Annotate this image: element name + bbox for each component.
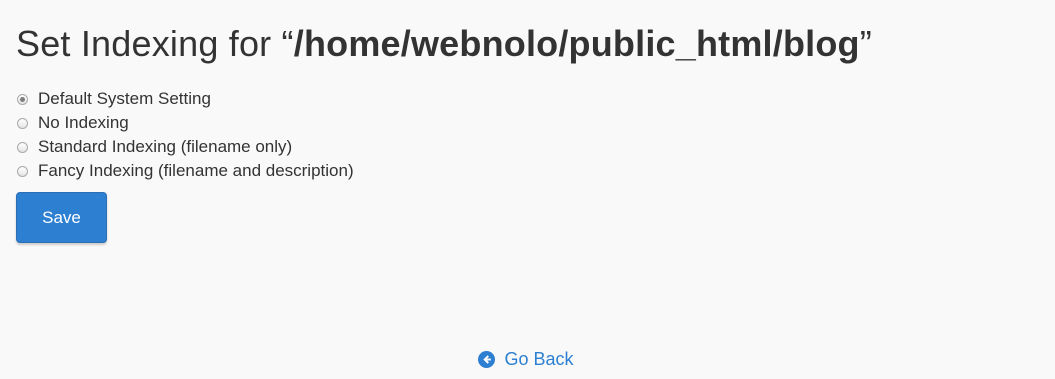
page-title-prefix: Set Indexing for “ bbox=[16, 23, 294, 64]
option-no-indexing[interactable]: No Indexing bbox=[16, 111, 1039, 135]
radio-no-indexing[interactable] bbox=[17, 117, 28, 129]
indexing-page: Set Indexing for “/home/webnolo/public_h… bbox=[16, 22, 1039, 243]
indexing-options: Default System Setting No Indexing Stand… bbox=[16, 87, 1039, 183]
option-standard-indexing[interactable]: Standard Indexing (filename only) bbox=[16, 135, 1039, 159]
option-label: No Indexing bbox=[38, 113, 129, 132]
go-back-label: Go Back bbox=[504, 349, 574, 369]
directory-path: /home/webnolo/public_html/blog bbox=[293, 23, 860, 64]
radio-default-system-setting[interactable] bbox=[17, 93, 28, 105]
option-label: Standard Indexing (filename only) bbox=[38, 137, 293, 156]
option-fancy-indexing[interactable]: Fancy Indexing (filename and description… bbox=[16, 159, 1039, 183]
page-title: Set Indexing for “/home/webnolo/public_h… bbox=[16, 22, 1039, 66]
option-default-system-setting[interactable]: Default System Setting bbox=[16, 87, 1039, 111]
radio-fancy-indexing[interactable] bbox=[17, 165, 28, 177]
option-label: Fancy Indexing (filename and description… bbox=[38, 161, 354, 180]
option-label: Default System Setting bbox=[38, 89, 211, 108]
arrow-left-circle-icon bbox=[478, 351, 496, 368]
radio-standard-indexing[interactable] bbox=[17, 141, 28, 153]
page-title-suffix: ” bbox=[859, 23, 872, 64]
save-button[interactable]: Save bbox=[16, 192, 107, 243]
go-back-link[interactable]: Go Back bbox=[0, 349, 1055, 370]
